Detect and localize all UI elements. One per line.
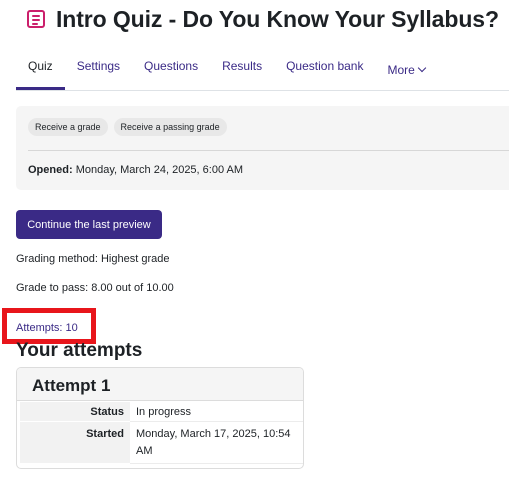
started-value: Monday, March 17, 2025, 10:54 AM <box>130 421 303 464</box>
tab-quiz[interactable]: Quiz <box>16 50 65 90</box>
tab-question-bank-label: Question bank <box>286 59 364 73</box>
your-attempts-heading: Your attempts <box>16 340 143 361</box>
tab-questions[interactable]: Questions <box>132 50 210 90</box>
completion-badges: Receive a grade Receive a passing grade <box>28 118 227 136</box>
status-label: Status <box>20 402 130 422</box>
tab-more[interactable]: More <box>375 50 436 90</box>
completion-badge-passing-grade: Receive a passing grade <box>113 118 227 136</box>
tab-quiz-label: Quiz <box>28 59 53 73</box>
attempt-title: Attempt 1 <box>32 376 111 395</box>
page-header: Intro Quiz - Do You Know Your Syllabus? <box>27 6 499 32</box>
grading-method: Grading method: Highest grade <box>16 253 170 265</box>
chevron-down-icon <box>417 63 427 73</box>
attempts-link[interactable]: Attempts: 10 <box>16 322 78 334</box>
attempt-row-status: Status In progress <box>20 402 303 422</box>
attempt-card: Attempt 1 Status In progress Started Mon… <box>16 367 304 469</box>
secondary-navigation: Quiz Settings Questions Results Question… <box>16 50 509 90</box>
continue-preview-button[interactable]: Continue the last preview <box>16 210 162 239</box>
grade-to-pass: Grade to pass: 8.00 out of 10.00 <box>16 282 174 294</box>
completion-badge-receive-grade: Receive a grade <box>28 118 108 136</box>
started-label: Started <box>20 421 130 464</box>
opened-label: Opened: <box>28 164 73 176</box>
tab-settings-label: Settings <box>76 59 121 73</box>
tab-settings[interactable]: Settings <box>65 50 132 90</box>
tab-more-label: More <box>387 62 415 77</box>
status-value: In progress <box>130 402 303 422</box>
attempt-summary-table: Status In progress Started Monday, March… <box>20 402 303 464</box>
info-divider <box>28 150 509 151</box>
tabs-divider <box>16 90 509 91</box>
page-title: Intro Quiz - Do You Know Your Syllabus? <box>56 5 499 32</box>
tab-results-label: Results <box>222 59 263 73</box>
attempt-row-started: Started Monday, March 17, 2025, 10:54 AM <box>20 421 303 464</box>
opened-value: Monday, March 24, 2025, 6:00 AM <box>75 164 244 176</box>
opened-date: Opened: Monday, March 24, 2025, 6:00 AM <box>28 164 243 176</box>
tab-results[interactable]: Results <box>210 50 274 90</box>
tab-questions-label: Questions <box>144 59 199 73</box>
tab-question-bank[interactable]: Question bank <box>274 50 375 90</box>
activity-information: Receive a grade Receive a passing grade … <box>16 106 509 190</box>
quiz-icon <box>27 10 45 28</box>
